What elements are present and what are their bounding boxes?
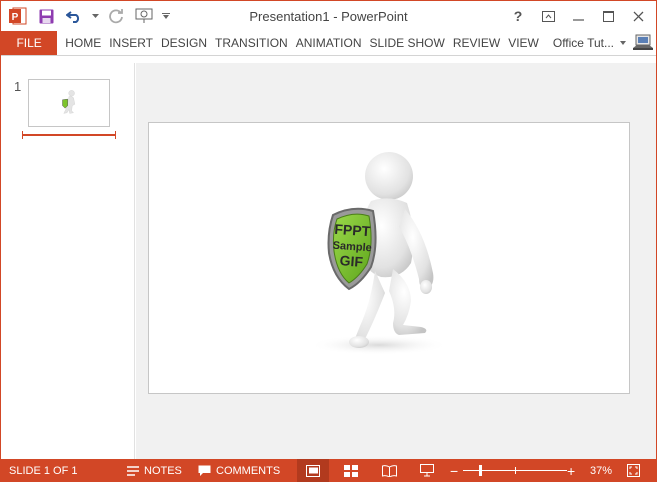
shield-text-line-3: GIF <box>339 252 364 270</box>
ribbon-separator <box>1 55 656 56</box>
zoom-percentage[interactable]: 37% <box>590 459 612 482</box>
comments-button[interactable]: COMMENTS <box>198 459 280 482</box>
tab-review[interactable]: REVIEW <box>449 31 504 55</box>
ribbon-display-options-icon[interactable] <box>534 5 562 27</box>
account-menu[interactable]: Office Tut... <box>549 31 656 55</box>
tab-view[interactable]: VIEW <box>504 31 543 55</box>
restore-icon[interactable] <box>594 5 622 27</box>
slide-sorter-icon <box>344 464 358 477</box>
ribbon-tabs: FILE HOME INSERT DESIGN TRANSITION ANIMA… <box>1 31 656 55</box>
close-icon[interactable] <box>624 5 652 27</box>
powerpoint-window: P Presentation1 - PowerPoint ? FILE HOME… <box>0 0 657 482</box>
zoom-slider-thumb[interactable] <box>478 465 482 476</box>
slide-show-icon <box>420 464 434 477</box>
notes-label: NOTES <box>144 464 182 477</box>
thumbnail-stick-figure-image <box>62 90 76 114</box>
zoom-slider-center-tick <box>515 467 516 474</box>
thumbnail-slide-number: 1 <box>14 79 22 94</box>
fit-to-window-icon <box>626 464 640 477</box>
account-avatar-icon <box>633 34 653 50</box>
fit-slide-to-window-button[interactable] <box>625 459 641 482</box>
slide-thumbnails-pane[interactable]: 1 <box>1 63 135 459</box>
comments-label: COMMENTS <box>216 464 281 477</box>
zoom-in-button[interactable]: + <box>567 459 575 482</box>
normal-view-button[interactable] <box>297 459 329 482</box>
zoom-out-button[interactable]: − <box>450 459 458 482</box>
minimize-icon[interactable] <box>564 5 592 27</box>
slide-sorter-view-button[interactable] <box>335 459 367 482</box>
reading-view-button[interactable] <box>373 459 405 482</box>
title-bar: P Presentation1 - PowerPoint ? <box>1 1 656 31</box>
tab-design[interactable]: DESIGN <box>157 31 211 55</box>
status-bar: SLIDE 1 OF 1 NOTES COMMENTS − + 37% <box>1 459 656 482</box>
shield-text-line-1: FPPT <box>334 221 371 239</box>
tab-file[interactable]: FILE <box>1 31 58 55</box>
notes-icon <box>127 465 139 476</box>
slide-insertion-marker <box>22 131 116 139</box>
tab-slide-show[interactable]: SLIDE SHOW <box>365 31 448 55</box>
account-name: Office Tut... <box>552 36 614 50</box>
slide-editing-area[interactable]: FPPT Sample GIF <box>136 63 656 459</box>
notes-button[interactable]: NOTES <box>127 459 182 482</box>
reading-view-icon <box>381 464 397 477</box>
window-controls: ? <box>504 5 652 27</box>
current-slide[interactable]: FPPT Sample GIF <box>148 122 630 394</box>
slide-thumbnail[interactable] <box>28 79 110 127</box>
zoom-slider[interactable] <box>463 459 567 482</box>
tab-animation[interactable]: ANIMATION <box>292 31 366 55</box>
stick-figure-with-shield-image[interactable]: FPPT Sample GIF <box>149 123 629 393</box>
comments-icon <box>198 465 211 476</box>
normal-view-icon <box>306 464 320 477</box>
slide-show-view-button[interactable] <box>411 459 443 482</box>
account-dropdown-icon <box>620 41 626 45</box>
tab-home[interactable]: HOME <box>61 31 105 55</box>
tab-insert[interactable]: INSERT <box>105 31 157 55</box>
slide-count-indicator[interactable]: SLIDE 1 OF 1 <box>9 459 77 482</box>
help-icon[interactable]: ? <box>504 5 532 27</box>
tab-transition[interactable]: TRANSITION <box>211 31 292 55</box>
